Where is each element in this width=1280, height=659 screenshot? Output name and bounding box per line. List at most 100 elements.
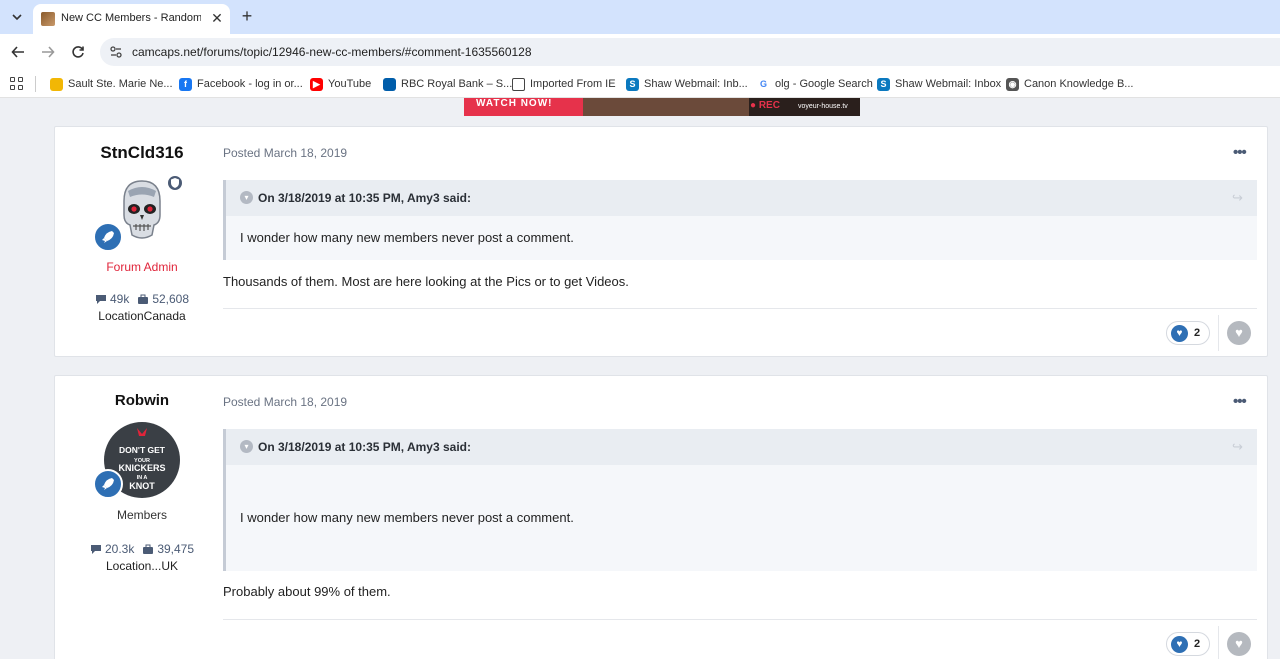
quote-share-icon[interactable]: ↪ xyxy=(1232,439,1243,455)
bookmark-label: YouTube xyxy=(328,78,372,90)
tab-close-icon[interactable]: ✕ xyxy=(209,9,225,27)
bookmarks-bar: Sault Ste. Marie Ne... f Facebook - log in… xyxy=(0,70,1280,98)
quote-header: ▾ On 3/18/2019 at 10:35 PM, Amy3 said: ↪ xyxy=(226,429,1257,465)
reaction-count[interactable]: ♥ 2 xyxy=(1166,632,1210,656)
bookmark-label: Facebook - log in or... xyxy=(197,78,303,90)
globe-icon: ◉ xyxy=(1006,77,1019,91)
news-icon xyxy=(50,77,63,91)
folder-icon xyxy=(512,77,525,91)
author-name[interactable]: Robwin xyxy=(55,392,229,409)
quote-citation[interactable]: On 3/18/2019 at 10:35 PM, Amy3 said: xyxy=(258,440,471,454)
quote-block: ▾ On 3/18/2019 at 10:35 PM, Amy3 said: ↪… xyxy=(223,180,1257,260)
banner-rec-label: ● REC xyxy=(750,100,780,111)
reputation-count: 39,475 xyxy=(142,542,194,556)
post-body: Probably about 99% of them. xyxy=(223,584,391,599)
author-name[interactable]: StnCld316 xyxy=(55,143,229,163)
browser-toolbar: camcaps.net/forums/topic/12946-new-cc-me… xyxy=(0,34,1280,70)
post-date[interactable]: Posted March 18, 2019 xyxy=(223,395,347,409)
bookmark-label: Canon Knowledge B... xyxy=(1024,78,1134,90)
comment-count-value: 20.3k xyxy=(104,542,135,556)
avatar-slogan-line: KNICKERS xyxy=(118,463,165,473)
bookmark-item[interactable]: ▶ YouTube xyxy=(310,70,371,98)
bookmark-label: olg - Google Search xyxy=(775,78,873,90)
bookmark-item[interactable]: Golg - Google Search xyxy=(757,70,873,98)
more-options-button[interactable]: ••• xyxy=(1233,144,1247,161)
new-tab-button[interactable]: + xyxy=(238,6,256,26)
quote-citation[interactable]: On 3/18/2019 at 10:35 PM, Amy3 said: xyxy=(258,191,471,205)
react-heart-button[interactable]: ♥ xyxy=(1227,321,1251,345)
google-icon: G xyxy=(757,77,770,91)
forward-arrow-icon[interactable] xyxy=(38,42,58,62)
post-divider xyxy=(223,619,1257,620)
bookmark-item[interactable]: RBC Royal Bank – S... xyxy=(383,70,512,98)
facebook-icon: f xyxy=(179,77,192,91)
banner-site-label: voyeur-house.tv xyxy=(798,103,848,110)
reaction-count[interactable]: ♥ 2 xyxy=(1166,321,1210,345)
url-text[interactable]: camcaps.net/forums/topic/12946-new-cc-me… xyxy=(132,45,532,59)
banner-cta: WATCH NOW! xyxy=(476,98,553,109)
bookmark-label: Imported From IE xyxy=(530,78,616,90)
bookmark-label: Shaw Webmail: Inb... xyxy=(644,78,748,90)
reputation-count-value: 52,608 xyxy=(152,292,190,306)
youtube-icon: ▶ xyxy=(310,77,323,91)
site-favicon-icon xyxy=(41,12,55,26)
reaction-count-value: 2 xyxy=(1194,327,1201,339)
comment-count: 20.3k xyxy=(90,542,134,556)
quote-header: ▾ On 3/18/2019 at 10:35 PM, Amy3 said: ↪ xyxy=(226,180,1257,216)
rank-rocket-icon[interactable] xyxy=(93,222,123,252)
shaw-icon: S xyxy=(877,77,890,91)
author-stats: 20.3k 39,475 xyxy=(55,542,229,556)
bookmark-item[interactable]: f Facebook - log in or... xyxy=(179,70,303,98)
tab-search-chevron-icon[interactable] xyxy=(6,6,28,28)
bookmark-item[interactable]: S Shaw Webmail: Inb... xyxy=(626,70,748,98)
reaction-divider xyxy=(1218,315,1219,351)
rank-rocket-icon[interactable] xyxy=(93,469,123,499)
back-arrow-icon[interactable] xyxy=(8,42,28,62)
heart-reaction-icon: ♥ xyxy=(1171,635,1188,653)
bookmark-item[interactable]: ◉ Canon Knowledge B... xyxy=(1006,70,1133,98)
quote-block: ▾ On 3/18/2019 at 10:35 PM, Amy3 said: ↪… xyxy=(223,429,1257,571)
address-bar[interactable]: camcaps.net/forums/topic/12946-new-cc-me… xyxy=(100,38,1280,66)
tab-title: New CC Members - Random Di xyxy=(61,12,201,24)
comment-count: 49k xyxy=(95,292,129,306)
bookmark-label: Sault Ste. Marie Ne... xyxy=(68,78,173,90)
bookmarks-separator xyxy=(35,76,36,92)
collapse-chevron-icon[interactable]: ▾ xyxy=(240,191,253,204)
bookmark-label: RBC Royal Bank – S... xyxy=(401,78,513,90)
forum-post: Robwin DON'T GET YOUR KNICKERS IN A KNOT… xyxy=(54,375,1268,659)
author-stats: 49k 52,608 xyxy=(55,292,229,306)
heart-reaction-icon: ♥ xyxy=(1171,324,1188,342)
post-body: Thousands of them. Most are here looking… xyxy=(223,274,629,289)
quote-text: I wonder how many new members never post… xyxy=(240,230,574,245)
author-location: Location...UK xyxy=(105,559,179,573)
comment-count-value: 49k xyxy=(109,292,130,306)
more-options-button[interactable]: ••• xyxy=(1233,393,1247,410)
comment-icon xyxy=(90,544,101,554)
browser-tab-strip: New CC Members - Random Di ✕ + xyxy=(0,0,1280,34)
collapse-chevron-icon[interactable]: ▾ xyxy=(240,440,253,453)
react-heart-button[interactable]: ♥ xyxy=(1227,632,1251,656)
quote-share-icon[interactable]: ↪ xyxy=(1232,190,1243,206)
avatar-slogan-line: DON'T GET xyxy=(119,445,166,455)
reputation-icon xyxy=(138,294,149,304)
member-group: Members xyxy=(116,508,167,522)
reputation-count: 52,608 xyxy=(137,292,189,306)
site-info-icon[interactable] xyxy=(108,44,124,60)
ad-banner[interactable]: WATCH NOW! ● REC voyeur-house.tv xyxy=(464,98,860,116)
active-tab[interactable]: New CC Members - Random Di ✕ xyxy=(33,4,230,34)
reaction-count-value: 2 xyxy=(1194,638,1201,650)
bookmark-item[interactable]: Imported From IE xyxy=(512,70,616,98)
quote-text: I wonder how many new members never post… xyxy=(240,510,574,525)
bookmark-item[interactable]: Sault Ste. Marie Ne... xyxy=(50,70,173,98)
reputation-icon xyxy=(143,544,154,554)
apps-grid-icon[interactable] xyxy=(10,77,24,91)
comment-icon xyxy=(95,294,106,304)
shaw-icon: S xyxy=(626,77,639,91)
reload-icon[interactable] xyxy=(68,42,88,62)
author-location: LocationCanada xyxy=(98,309,186,323)
avatar-slogan-line: KNOT xyxy=(129,481,155,491)
bookmark-item[interactable]: S Shaw Webmail: Inbox xyxy=(877,70,1001,98)
post-divider xyxy=(223,308,1257,309)
post-date[interactable]: Posted March 18, 2019 xyxy=(223,146,347,160)
member-group: Forum Admin xyxy=(106,260,178,274)
